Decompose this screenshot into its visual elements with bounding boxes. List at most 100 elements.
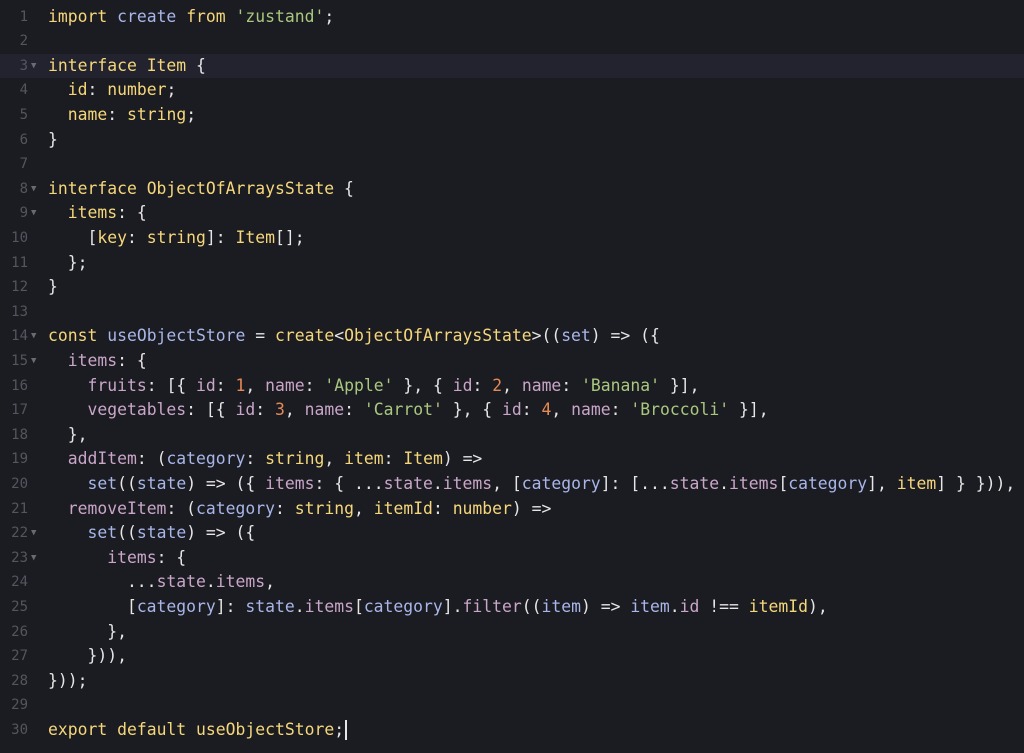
code-line[interactable]: 28}));: [0, 669, 1024, 694]
code-line[interactable]: 1 import create from 'zustand';: [0, 5, 1024, 30]
code-line[interactable]: 10 [key: string]: Item[];: [0, 226, 1024, 251]
code-text: };: [48, 251, 88, 276]
code-token: [: [353, 596, 364, 616]
code-line[interactable]: 14 ▼ const useObjectStore = create<ObjectO…: [0, 324, 1024, 349]
code-token: ObjectOfArraysState: [146, 178, 335, 198]
code-line[interactable]: 26 },: [0, 620, 1024, 645]
code-token: ) =>: [442, 449, 483, 469]
code-token: items: [728, 473, 779, 493]
code-text: },: [48, 423, 88, 448]
code-token: category: [136, 596, 216, 616]
code-line[interactable]: 7: [0, 152, 1024, 177]
line-gutter: 18: [0, 423, 44, 448]
code-token: : { ...: [314, 473, 384, 493]
fold-chevron-icon[interactable]: ▼: [31, 521, 36, 546]
code-line[interactable]: 29: [0, 693, 1024, 718]
code-line[interactable]: 24 ...state.items,: [0, 570, 1024, 595]
code-token: };: [48, 252, 88, 272]
code-text: set((state) => ({: [48, 521, 255, 546]
fold-chevron-icon[interactable]: ▼: [31, 349, 36, 374]
line-number: 23: [11, 549, 28, 566]
line-gutter: 23 ▼: [0, 546, 44, 571]
line-number: 14: [11, 328, 28, 345]
line-number: 12: [11, 279, 28, 296]
fold-chevron-icon[interactable]: ▼: [31, 546, 36, 571]
code-token: state: [156, 572, 206, 592]
code-line[interactable]: 30 export default useObjectStore;: [0, 718, 1024, 743]
code-token: items: [442, 473, 493, 493]
fold-chevron-icon[interactable]: ▼: [31, 324, 36, 349]
code-token: ]:: [205, 227, 236, 247]
line-gutter: 25: [0, 595, 44, 620]
line-number: 5: [19, 106, 28, 123]
code-token: : [{: [186, 400, 236, 420]
line-number: 16: [11, 377, 28, 394]
code-token: :: [521, 400, 542, 420]
line-number: 10: [11, 229, 28, 246]
code-editor[interactable]: 1 import create from 'zustand'; 2 3 ▼ interfa…: [0, 0, 1024, 753]
code-token: :: [304, 375, 325, 395]
line-gutter: 12: [0, 275, 44, 300]
code-token: set: [87, 523, 118, 543]
code-line[interactable]: 9 ▼ items: {: [0, 201, 1024, 226]
code-line[interactable]: 16 fruits: [{ id: 1, name: 'Apple' }, { …: [0, 374, 1024, 399]
code-line[interactable]: 18 },: [0, 423, 1024, 448]
line-number: 1: [19, 8, 28, 25]
code-line[interactable]: 22 ▼ set((state) => ({: [0, 521, 1024, 546]
line-gutter: 22 ▼: [0, 521, 44, 546]
line-number: 9: [19, 205, 28, 222]
code-line[interactable]: 25 [category]: state.items[category].fil…: [0, 595, 1024, 620]
line-number: 26: [11, 623, 28, 640]
code-line[interactable]: 17 vegetables: [{ id: 3, name: 'Carrot' …: [0, 398, 1024, 423]
code-token: category: [788, 473, 868, 493]
code-text: [key: string]: Item[];: [48, 226, 304, 251]
code-token: create: [117, 6, 177, 26]
code-text: fruits: [{ id: 1, name: 'Apple' }, { id:…: [48, 374, 699, 399]
code-line[interactable]: 5 name: string;: [0, 103, 1024, 128]
code-token: interface: [48, 178, 137, 198]
line-gutter: 4: [0, 78, 44, 103]
fold-chevron-icon[interactable]: ▼: [31, 177, 36, 202]
code-line[interactable]: 11 };: [0, 251, 1024, 276]
code-token: }));: [48, 670, 88, 690]
code-line[interactable]: 15 ▼ items: {: [0, 349, 1024, 374]
line-number: 8: [19, 180, 28, 197]
code-token: }: [48, 129, 58, 149]
fold-chevron-icon[interactable]: ▼: [31, 201, 36, 226]
fold-chevron-icon[interactable]: ▼: [31, 54, 36, 79]
line-number: 18: [11, 426, 28, 443]
code-token: ),: [807, 596, 828, 616]
code-line[interactable]: 23 ▼ items: {: [0, 546, 1024, 571]
code-token: id: [679, 596, 700, 616]
code-line[interactable]: 13: [0, 300, 1024, 325]
code-line[interactable]: 21 removeItem: (category: string, itemId…: [0, 497, 1024, 522]
code-line[interactable]: 4 id: number;: [0, 78, 1024, 103]
code-token: number: [107, 80, 167, 100]
code-token: ) => ({: [186, 473, 266, 493]
code-token: .: [669, 596, 680, 616]
code-line[interactable]: 19 addItem: (category: string, item: Ite…: [0, 447, 1024, 472]
code-token: .: [432, 473, 443, 493]
code-line[interactable]: 27 })),: [0, 644, 1024, 669]
code-line[interactable]: 6}: [0, 128, 1024, 153]
code-line[interactable]: 2: [0, 29, 1024, 54]
code-token: vegetables: [87, 400, 187, 420]
code-line[interactable]: 3 ▼ interface Item {: [0, 53, 1024, 79]
code-token: =: [245, 326, 275, 346]
code-line[interactable]: 12}: [0, 275, 1024, 300]
code-token: 'Apple': [324, 375, 394, 395]
code-token: :: [126, 227, 147, 247]
code-token: {: [334, 178, 354, 198]
code-token: ,: [265, 572, 275, 592]
code-line[interactable]: 8 ▼ interface ObjectOfArraysState {: [0, 177, 1024, 202]
code-token: name: [67, 104, 108, 124]
code-line[interactable]: 20 set((state) => ({ items: { ...state.i…: [0, 472, 1024, 497]
code-token: item: [344, 449, 384, 469]
line-number: 27: [11, 648, 28, 665]
code-token: : (: [136, 449, 167, 469]
code-token: :: [107, 104, 127, 124]
